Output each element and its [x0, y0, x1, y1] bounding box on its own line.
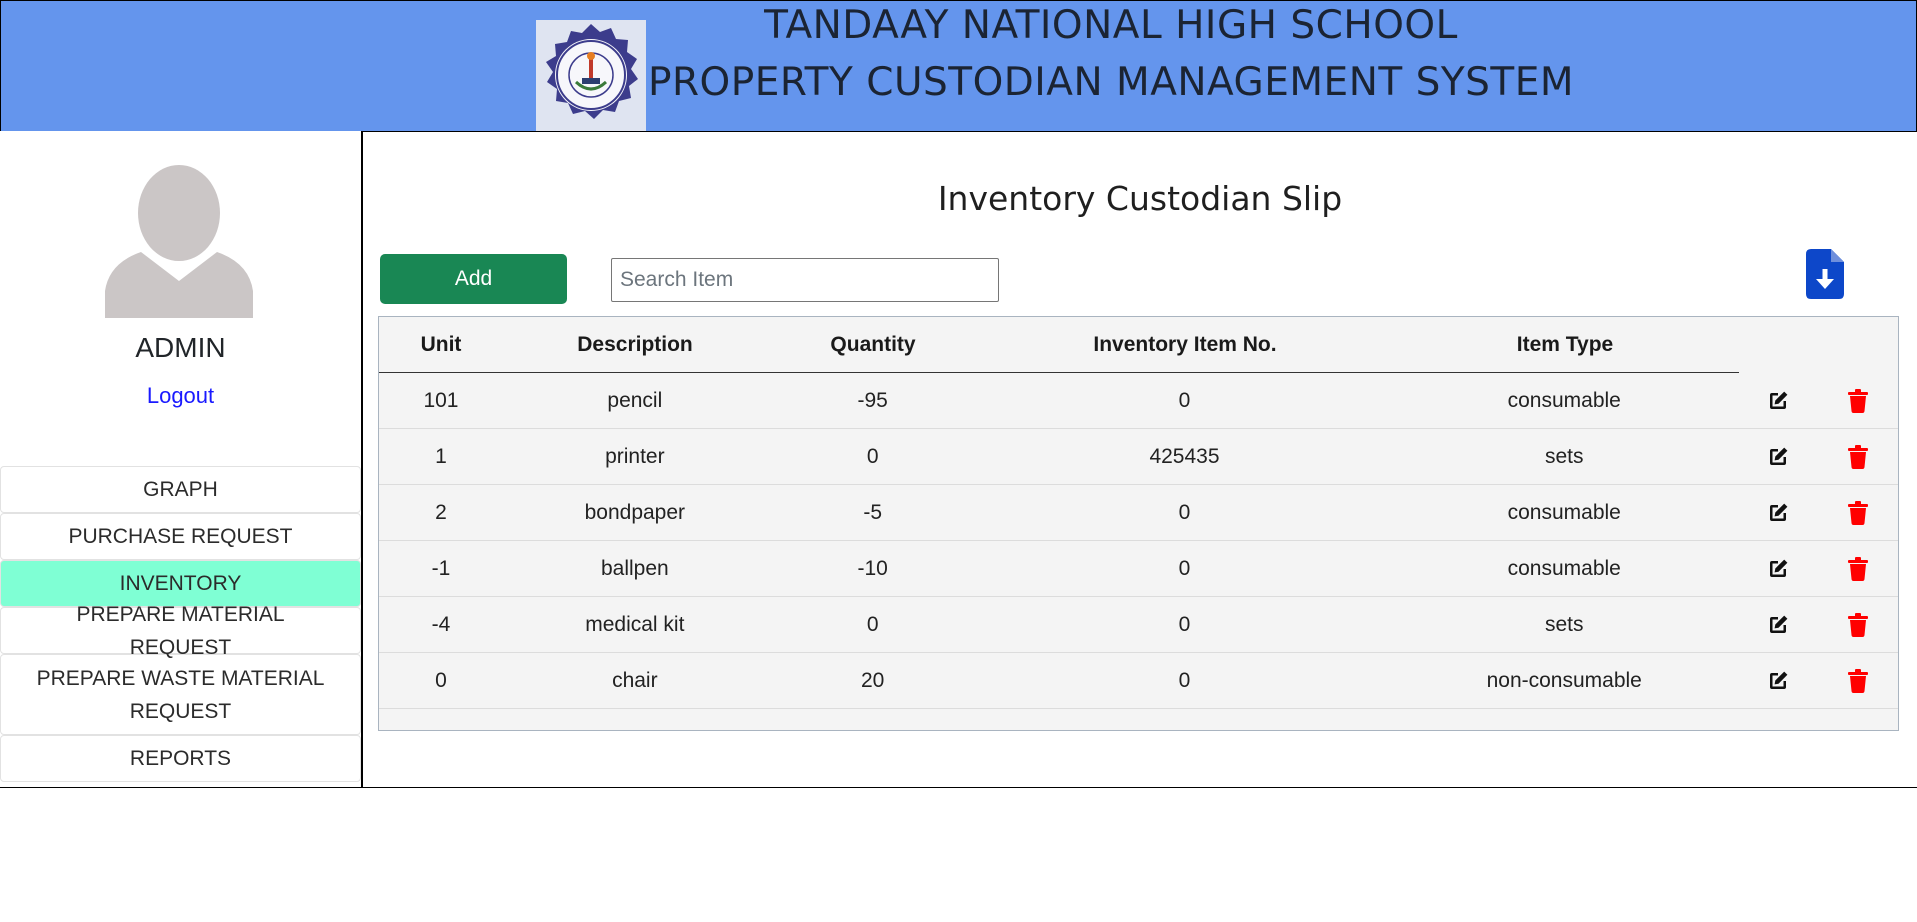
system-name-title: PROPERTY CUSTODIAN MANAGEMENT SYSTEM — [647, 60, 1575, 105]
column-header-item-type[interactable]: Item Type — [1391, 317, 1739, 372]
edit-icon[interactable] — [1738, 501, 1818, 525]
unit-cell: 2 — [435, 500, 447, 524]
table-row: 0 chair 20 0 non-consumable — [379, 653, 1898, 709]
inventory-item-no-cell: 0 — [1178, 612, 1191, 636]
item-type-cell: consumable — [1507, 556, 1621, 580]
sidebar-item-label: REPORTS — [129, 747, 232, 770]
inventory-item-no-cell: 0 — [1178, 556, 1191, 580]
column-header-description[interactable]: Description — [503, 317, 767, 372]
unit-cell: -1 — [431, 556, 451, 580]
quantity-cell: -10 — [857, 556, 888, 580]
sidebar-item-label: GRAPH — [143, 478, 218, 501]
add-button[interactable]: Add — [380, 254, 567, 304]
edit-icon[interactable] — [1738, 445, 1818, 469]
trash-icon[interactable] — [1818, 556, 1898, 581]
quantity-cell: 20 — [861, 668, 885, 692]
item-type-cell: consumable — [1507, 500, 1621, 524]
search-input[interactable] — [611, 258, 999, 302]
item-type-cell: sets — [1544, 444, 1584, 468]
quantity-cell: 0 — [866, 612, 879, 636]
trash-icon[interactable] — [1818, 444, 1898, 469]
item-type-cell: sets — [1544, 612, 1584, 636]
table-row: -1 ballpen -10 0 consumable — [379, 541, 1898, 597]
inventory-table: Unit Description Quantity Inventory Item… — [378, 316, 1899, 731]
user-avatar-icon — [105, 163, 253, 318]
app-header: TANDAAY NATIONAL HIGH SCHOOL PROPERTY CU… — [0, 0, 1917, 132]
table-row: 101 pencil -95 0 consumable — [379, 373, 1898, 429]
school-name-title: TANDAAY NATIONAL HIGH SCHOOL — [764, 3, 1458, 48]
unit-cell: 0 — [435, 668, 447, 692]
inventory-item-no-cell: 0 — [1178, 500, 1191, 524]
table-header-row: Unit Description Quantity Inventory Item… — [379, 317, 1739, 373]
column-header-inventory-item-no[interactable]: Inventory Item No. — [979, 317, 1391, 372]
edit-icon[interactable] — [1738, 557, 1818, 581]
edit-icon[interactable] — [1738, 613, 1818, 637]
trash-icon[interactable] — [1818, 668, 1898, 693]
trash-icon[interactable] — [1818, 500, 1898, 525]
sidebar-nav: GRAPH PURCHASE REQUEST INVENTORY PREPARE… — [0, 466, 361, 782]
description-cell: medical kit — [585, 612, 685, 636]
trash-icon[interactable] — [1818, 388, 1898, 413]
inventory-item-no-cell: 0 — [1178, 668, 1191, 692]
unit-cell: -4 — [431, 612, 451, 636]
table-body: 101 pencil -95 0 consumable 1 printer 0 425435 se… — [379, 373, 1898, 709]
inventory-item-no-cell: 0 — [1178, 388, 1191, 412]
page-title: Inventory Custodian Slip — [937, 179, 1343, 218]
sidebar-item-label: PREPARE WASTE MATERIAL REQUEST — [36, 666, 325, 723]
sidebar-item-reports[interactable]: REPORTS — [0, 735, 361, 782]
table-row: 2 bondpaper -5 0 consumable — [379, 485, 1898, 541]
sidebar-item-graph[interactable]: GRAPH — [0, 466, 361, 513]
inventory-item-no-cell: 425435 — [1149, 444, 1220, 468]
quantity-cell: -5 — [863, 500, 883, 524]
edit-icon[interactable] — [1738, 669, 1818, 693]
sidebar-item-label: PURCHASE REQUEST — [68, 525, 293, 548]
item-type-cell: non-consumable — [1486, 668, 1642, 692]
column-header-quantity[interactable]: Quantity — [767, 317, 979, 372]
description-cell: printer — [605, 444, 665, 468]
trash-icon[interactable] — [1818, 612, 1898, 637]
quantity-cell: -95 — [857, 388, 888, 412]
sidebar: ADMIN Logout GRAPH PURCHASE REQUEST INVE… — [0, 131, 363, 788]
item-type-cell: consumable — [1507, 388, 1621, 412]
description-cell: ballpen — [600, 556, 669, 580]
sidebar-item-prepare-material-request[interactable]: PREPARE MATERIAL REQUEST — [0, 603, 361, 659]
description-cell: bondpaper — [584, 500, 686, 524]
sidebar-item-label: PREPARE MATERIAL REQUEST — [76, 602, 285, 659]
sidebar-item-purchase-request[interactable]: PURCHASE REQUEST — [0, 513, 361, 560]
quantity-cell: 0 — [866, 444, 879, 468]
user-name: ADMIN — [135, 332, 226, 363]
unit-cell: 101 — [423, 388, 459, 412]
main-content: Inventory Custodian Slip Add Unit Descri… — [363, 131, 1917, 788]
file-download-icon[interactable] — [1806, 249, 1844, 299]
logout-link[interactable]: Logout — [0, 383, 361, 409]
sidebar-item-label: INVENTORY — [119, 572, 242, 595]
column-header-unit[interactable]: Unit — [379, 317, 503, 372]
table-row: 1 printer 0 425435 sets — [379, 429, 1898, 485]
table-row: -4 medical kit 0 0 sets — [379, 597, 1898, 653]
description-cell: chair — [612, 668, 658, 692]
description-cell: pencil — [607, 388, 663, 412]
unit-cell: 1 — [435, 444, 447, 468]
edit-icon[interactable] — [1738, 389, 1818, 413]
sidebar-item-prepare-waste-material-request[interactable]: PREPARE WASTE MATERIAL REQUEST — [0, 654, 361, 735]
